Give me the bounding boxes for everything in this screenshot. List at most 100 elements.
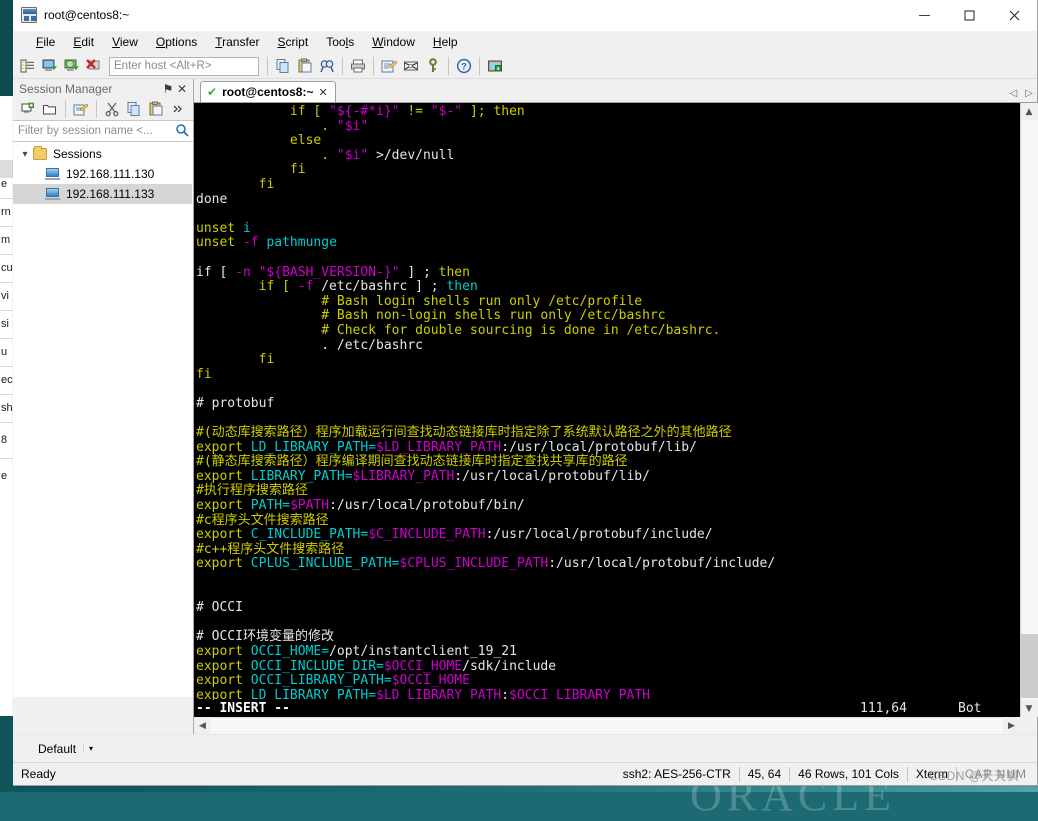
vim-mode: -- INSERT -- bbox=[196, 701, 290, 716]
session-item-0[interactable]: 192.168.111.130 bbox=[13, 164, 192, 184]
print-icon[interactable] bbox=[347, 55, 369, 77]
close-icon[interactable]: ✕ bbox=[175, 82, 189, 96]
close-icon bbox=[1009, 10, 1020, 20]
terminal-vertical-scrollbar[interactable]: ▲ ▼ bbox=[1020, 103, 1038, 717]
menu-view[interactable]: View bbox=[103, 32, 147, 52]
computer-icon bbox=[45, 168, 60, 180]
menu-tools[interactable]: Tools bbox=[317, 32, 363, 52]
session-manager-icon[interactable] bbox=[17, 55, 39, 77]
session-options-icon[interactable] bbox=[378, 55, 400, 77]
session-manager-header: Session Manager ⚑ ✕ bbox=[13, 79, 193, 98]
scroll-down-button[interactable]: ▼ bbox=[1020, 700, 1038, 717]
tab-strip: ✔ root@centos8:~ ✕ ◁ ▷ bbox=[194, 79, 1037, 102]
close-button[interactable] bbox=[992, 0, 1037, 31]
status-bar: Ready ssh2: AES-256-CTR 45, 64 46 Rows, … bbox=[13, 762, 1037, 785]
background-window-sliver[interactable]: e rn m cu vi si u ec sh 8 e bbox=[0, 96, 14, 716]
scroll-right-button[interactable]: ▶ bbox=[1003, 717, 1020, 734]
csdn-watermark: CSDN @天天枫 bbox=[928, 769, 1019, 783]
scroll-up-button[interactable]: ▲ bbox=[1020, 103, 1038, 120]
maximize-button[interactable] bbox=[947, 0, 992, 31]
menu-edit[interactable]: Edit bbox=[64, 32, 103, 52]
session-item-0-label: 192.168.111.130 bbox=[66, 167, 155, 181]
session-manager-footer bbox=[13, 697, 193, 734]
menu-script[interactable]: Script bbox=[269, 32, 318, 52]
status-protocol: ssh2: AES-256-CTR bbox=[622, 767, 731, 781]
new-session-icon[interactable] bbox=[17, 98, 39, 120]
properties-icon[interactable] bbox=[70, 98, 92, 120]
title-bar: root@centos8:~ — bbox=[13, 0, 1037, 31]
scrollbar-thumb[interactable] bbox=[1020, 634, 1038, 698]
help-icon[interactable]: ? bbox=[453, 55, 475, 77]
vim-scroll-indicator: Bot bbox=[958, 701, 982, 716]
bottom-bar: Default ▾ bbox=[13, 734, 1037, 762]
keymap-editor-icon[interactable] bbox=[400, 55, 422, 77]
scrollbar-corner bbox=[1020, 717, 1037, 734]
default-session-chooser[interactable]: Default ▾ bbox=[31, 738, 100, 759]
tab-prev-icon[interactable]: ◁ bbox=[1010, 88, 1018, 99]
menu-transfer-label: Transfer bbox=[215, 35, 260, 49]
copy-icon[interactable] bbox=[123, 98, 145, 120]
status-ready: Ready bbox=[21, 767, 56, 781]
session-tree-root[interactable]: ▾ Sessions bbox=[13, 144, 192, 164]
menu-options[interactable]: Options bbox=[147, 32, 206, 52]
search-icon[interactable] bbox=[175, 123, 189, 140]
session-item-1[interactable]: 192.168.111.133 bbox=[13, 184, 192, 204]
cut-icon[interactable] bbox=[101, 98, 123, 120]
toolbar-separator bbox=[479, 57, 480, 75]
window-title: root@centos8:~ bbox=[44, 8, 130, 22]
toolbar-separator bbox=[342, 57, 343, 75]
computer-icon bbox=[45, 188, 60, 200]
session-tree-root-label: Sessions bbox=[53, 147, 102, 161]
menu-view-label: View bbox=[112, 35, 138, 49]
menu-file[interactable]: File bbox=[27, 32, 64, 52]
copy-icon[interactable] bbox=[272, 55, 294, 77]
toolbar-separator bbox=[448, 57, 449, 75]
pin-icon[interactable]: ⚑ bbox=[161, 82, 175, 96]
minimize-button[interactable]: — bbox=[902, 0, 947, 31]
terminal-text: if [ "${-#*i}" != "$-" ]; then . "$i" el… bbox=[196, 104, 776, 717]
tab-next-icon[interactable]: ▷ bbox=[1025, 88, 1033, 99]
host-input-placeholder: Enter host <Alt+R> bbox=[114, 60, 212, 72]
menu-transfer[interactable]: Transfer bbox=[206, 32, 268, 52]
session-tree[interactable]: ▾ Sessions 192.168.111.130 192.168.111.1… bbox=[13, 142, 193, 697]
connect-icon[interactable] bbox=[39, 55, 61, 77]
chevron-down-icon[interactable]: ▾ bbox=[83, 744, 96, 753]
hscrollbar-track[interactable] bbox=[211, 717, 1003, 734]
new-folder-icon[interactable] bbox=[39, 98, 61, 120]
session-filter-placeholder: Filter by session name <... bbox=[18, 125, 153, 137]
connect-in-tab-icon[interactable] bbox=[61, 55, 83, 77]
chevron-down-icon[interactable]: ▾ bbox=[17, 149, 33, 160]
overflow-icon[interactable] bbox=[167, 98, 189, 120]
menu-window[interactable]: Window bbox=[363, 32, 424, 52]
host-input[interactable]: Enter host <Alt+R> bbox=[109, 56, 259, 76]
paste-icon[interactable] bbox=[145, 98, 167, 120]
vim-position: 111,64 bbox=[860, 701, 907, 716]
toolbar-separator bbox=[65, 100, 66, 118]
close-icon[interactable]: ✕ bbox=[318, 86, 327, 99]
scroll-left-button[interactable]: ◀ bbox=[194, 717, 211, 734]
menu-window-label: Window bbox=[372, 35, 415, 49]
session-manager-toolbar bbox=[13, 98, 193, 120]
terminal-screen[interactable]: if [ "${-#*i}" != "$-" ]; then . "$i" el… bbox=[194, 103, 1020, 717]
session-filter-input[interactable]: Filter by session name <... bbox=[13, 120, 193, 142]
svg-text:?: ? bbox=[461, 62, 467, 72]
terminal-area: if [ "${-#*i}" != "$-" ]; then . "$i" el… bbox=[194, 102, 1038, 717]
menu-help[interactable]: Help bbox=[424, 32, 467, 52]
lock-icon[interactable] bbox=[484, 55, 506, 77]
terminal-horizontal-scrollbar[interactable]: ◀ ▶ bbox=[194, 717, 1037, 734]
menu-bar: File Edit View Options Transfer Script T… bbox=[13, 31, 1037, 54]
tab-root-centos8[interactable]: ✔ root@centos8:~ ✕ bbox=[200, 81, 336, 102]
menu-script-label: Script bbox=[277, 35, 309, 49]
key-icon[interactable] bbox=[422, 55, 444, 77]
tab-label: root@centos8:~ bbox=[222, 85, 314, 99]
paste-icon[interactable] bbox=[294, 55, 316, 77]
scrollbar-track[interactable] bbox=[1020, 120, 1038, 700]
menu-options-label: Options bbox=[155, 35, 198, 49]
maximize-icon bbox=[964, 10, 975, 20]
vim-status-line: -- INSERT -- 111,64 Bot bbox=[194, 700, 1020, 717]
menu-tools-label: Tools bbox=[326, 35, 355, 49]
disconnect-icon[interactable] bbox=[83, 55, 105, 77]
window-controls: — bbox=[902, 0, 1037, 31]
session-item-1-label: 192.168.111.133 bbox=[66, 187, 155, 201]
find-icon[interactable] bbox=[316, 55, 338, 77]
